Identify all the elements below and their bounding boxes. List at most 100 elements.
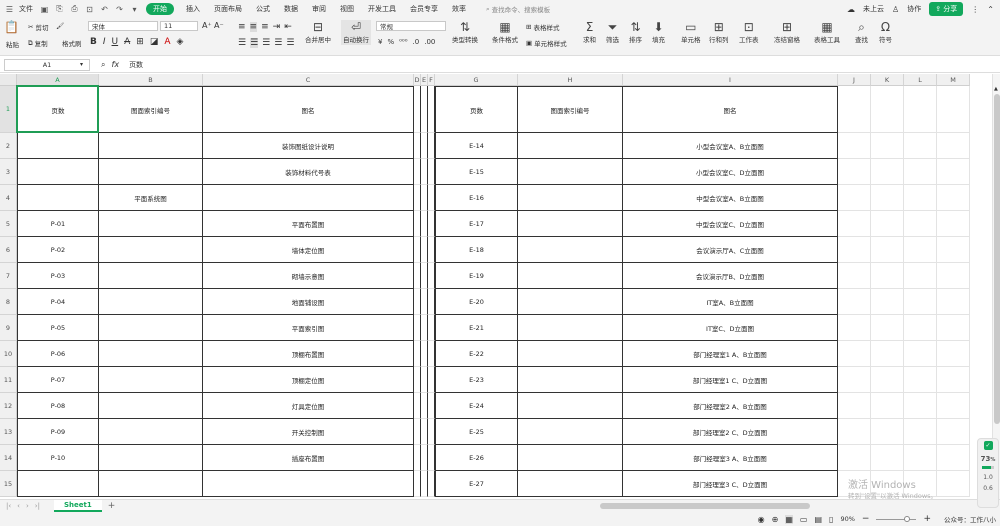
empty-cell[interactable] <box>937 315 970 341</box>
empty-cell[interactable] <box>904 133 937 159</box>
zoom-slider[interactable] <box>876 515 917 522</box>
tab-efficiency[interactable]: 效率 <box>452 4 466 14</box>
empty-cell[interactable] <box>838 419 871 445</box>
column-header-m[interactable]: M <box>937 74 970 86</box>
column-header-d[interactable]: D <box>414 74 421 86</box>
right-table-cell[interactable]: E-20 <box>435 289 518 315</box>
view-mode-icon[interactable]: ⊕ <box>772 515 779 524</box>
empty-cell[interactable] <box>871 159 904 185</box>
left-table-cell[interactable]: 顶棚布置图 <box>203 341 414 367</box>
column-header-g[interactable]: G <box>435 74 518 86</box>
empty-cell[interactable] <box>428 237 435 263</box>
left-table-cell[interactable] <box>99 445 203 471</box>
empty-cell[interactable] <box>871 237 904 263</box>
strikethrough-icon[interactable]: A <box>124 37 130 47</box>
undo-icon[interactable]: ↶ <box>99 4 110 15</box>
right-table-cell[interactable]: 部门经理室1 A、B立面图 <box>623 341 838 367</box>
vertical-scrollbar[interactable]: ▲ <box>992 74 1000 499</box>
empty-cell[interactable] <box>838 159 871 185</box>
empty-cell[interactable] <box>904 393 937 419</box>
right-table-cell[interactable]: E-25 <box>435 419 518 445</box>
tab-developer[interactable]: 开发工具 <box>368 4 396 14</box>
tab-insert[interactable]: 插入 <box>186 4 200 14</box>
left-table-cell[interactable]: P-06 <box>17 341 99 367</box>
right-table-cell[interactable]: 会议演示厅B、D立面图 <box>623 263 838 289</box>
right-table-cell[interactable] <box>518 315 623 341</box>
menu-icon[interactable]: ☰ <box>4 4 15 15</box>
right-table-header[interactable]: 图名 <box>623 86 838 133</box>
font-name-select[interactable]: 宋体 <box>88 21 158 31</box>
right-table-cell[interactable]: E-14 <box>435 133 518 159</box>
page-layout-view-icon[interactable]: ▭ <box>800 515 808 524</box>
empty-cell[interactable] <box>937 185 970 211</box>
collab-button[interactable]: 协作 <box>907 4 921 14</box>
row-header-2[interactable]: 2 <box>0 133 17 159</box>
empty-cell[interactable] <box>428 133 435 159</box>
empty-cell[interactable] <box>414 211 421 237</box>
empty-cell[interactable] <box>421 393 428 419</box>
empty-cell[interactable] <box>838 341 871 367</box>
empty-cell[interactable] <box>428 393 435 419</box>
empty-cell[interactable] <box>428 367 435 393</box>
tab-review[interactable]: 审阅 <box>312 4 326 14</box>
left-table-cell[interactable]: 平面索引图 <box>203 315 414 341</box>
empty-cell[interactable] <box>421 315 428 341</box>
empty-cell[interactable] <box>421 341 428 367</box>
tab-view[interactable]: 视图 <box>340 4 354 14</box>
row-header-10[interactable]: 10 <box>0 341 17 367</box>
left-table-cell[interactable]: 插座布置图 <box>203 445 414 471</box>
right-table-cell[interactable] <box>518 445 623 471</box>
add-sheet-icon[interactable]: + <box>108 501 116 511</box>
empty-cell[interactable] <box>871 263 904 289</box>
empty-cell[interactable] <box>838 185 871 211</box>
fill-color-icon[interactable]: ◪ <box>150 37 159 47</box>
empty-cell[interactable] <box>904 211 937 237</box>
right-table-cell[interactable]: E-23 <box>435 367 518 393</box>
empty-cell[interactable] <box>428 86 435 133</box>
border-icon[interactable]: ⊞ <box>136 37 144 47</box>
right-table-cell[interactable]: 部门经理室1 C、D立面图 <box>623 367 838 393</box>
empty-cell[interactable] <box>414 86 421 133</box>
empty-cell[interactable] <box>871 185 904 211</box>
right-table-cell[interactable] <box>518 263 623 289</box>
currency-icon[interactable]: ¥ <box>378 38 382 46</box>
left-table-cell[interactable]: 墙体定位图 <box>203 237 414 263</box>
left-table-cell[interactable] <box>17 133 99 159</box>
empty-cell[interactable] <box>937 289 970 315</box>
name-box-dropdown-icon[interactable]: ▾ <box>80 61 83 68</box>
right-table-cell[interactable]: 中型会议室A、B立面图 <box>623 185 838 211</box>
cell-style-button[interactable]: ▣ 单元格样式 <box>526 38 567 48</box>
column-header-f[interactable]: F <box>428 74 435 86</box>
right-table-cell[interactable]: IT室A、B立面图 <box>623 289 838 315</box>
left-table-cell[interactable] <box>203 471 414 497</box>
left-table-cell[interactable]: P-03 <box>17 263 99 289</box>
right-table-cell[interactable]: 部门经理室3 C、D立面图 <box>623 471 838 497</box>
empty-cell[interactable] <box>904 315 937 341</box>
empty-cell[interactable] <box>838 367 871 393</box>
empty-cell[interactable] <box>937 211 970 237</box>
right-table-cell[interactable]: 部门经理室2 C、D立面图 <box>623 419 838 445</box>
align-center-icon[interactable]: ☰ <box>250 38 259 48</box>
right-table-cell[interactable]: IT室C、D立面图 <box>623 315 838 341</box>
empty-cell[interactable] <box>428 445 435 471</box>
cut-button[interactable]: ✂ 剪切 <box>28 22 48 32</box>
left-table-cell[interactable] <box>99 367 203 393</box>
right-table-cell[interactable]: 部门经理室3 A、B立面图 <box>623 445 838 471</box>
font-size-select[interactable]: 11 <box>160 21 198 31</box>
right-table-cell[interactable] <box>518 211 623 237</box>
menu-file[interactable]: 文件 <box>19 4 33 14</box>
column-header-h[interactable]: H <box>518 74 623 86</box>
empty-cell[interactable] <box>937 159 970 185</box>
empty-cell[interactable] <box>414 263 421 289</box>
row-header-13[interactable]: 13 <box>0 419 17 445</box>
reading-mode-icon[interactable]: ▯ <box>829 515 833 524</box>
row-header-15[interactable]: 15 <box>0 471 17 497</box>
empty-cell[interactable] <box>414 237 421 263</box>
left-table-cell[interactable] <box>99 159 203 185</box>
empty-cell[interactable] <box>414 367 421 393</box>
symbol-button[interactable]: Ω 符号 <box>879 21 892 45</box>
empty-cell[interactable] <box>904 263 937 289</box>
column-header-i[interactable]: I <box>623 74 838 86</box>
font-color-icon[interactable]: A <box>164 37 170 47</box>
empty-cell[interactable] <box>428 159 435 185</box>
